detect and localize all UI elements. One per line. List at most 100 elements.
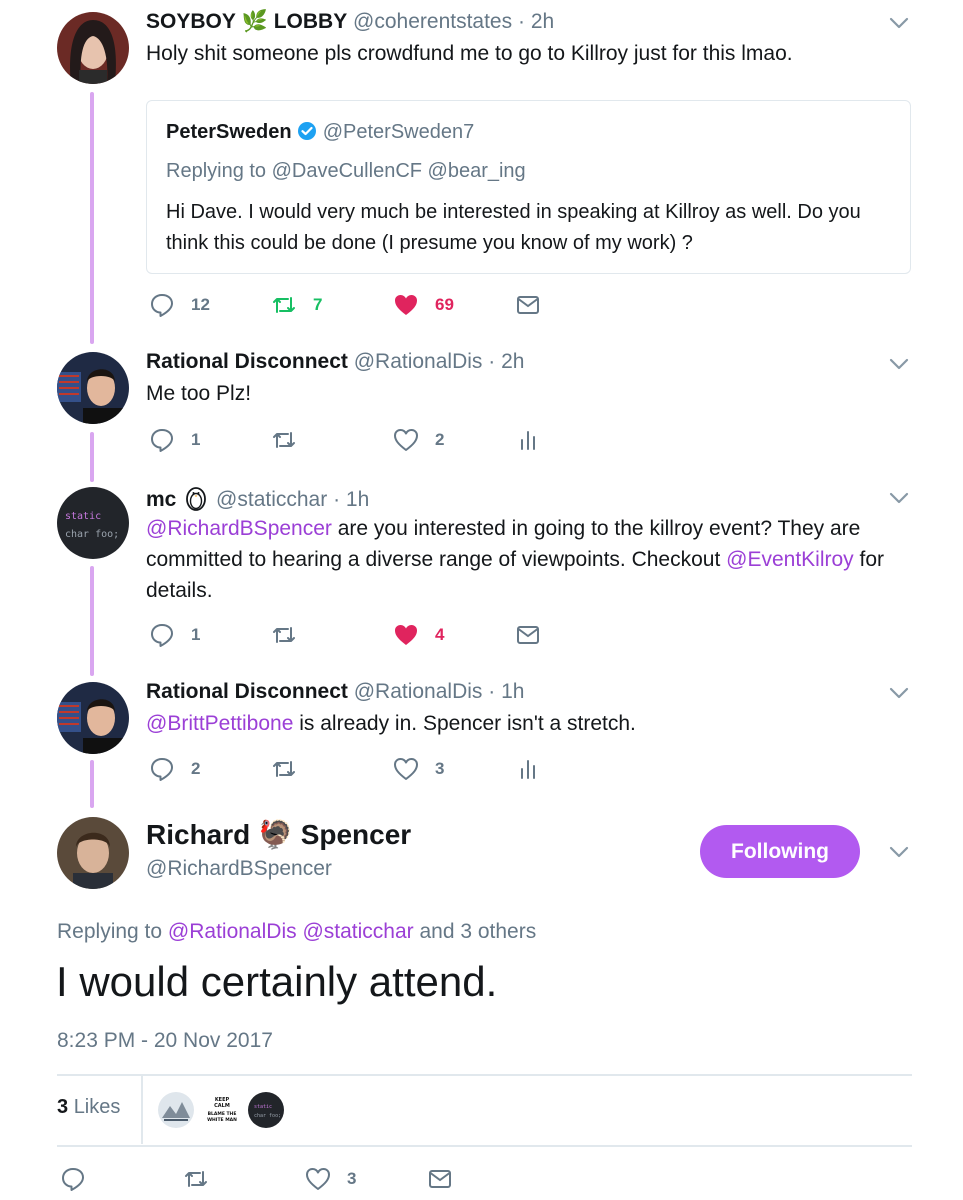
divider (57, 1145, 912, 1147)
avatar-code-line-2: char foo; (65, 529, 119, 540)
reply-button[interactable] (60, 1166, 86, 1192)
divider (141, 1076, 143, 1144)
reply-button[interactable]: 2 (149, 756, 200, 782)
author-name[interactable]: Richard 🦃 Spencer (146, 818, 411, 851)
quote-text: Hi Dave. I would very much be interested… (166, 201, 861, 254)
penguin-icon (186, 487, 207, 511)
display-name[interactable]: Rational Disconnect (146, 680, 348, 703)
liker-avatar[interactable] (158, 1092, 194, 1128)
chevron-down-icon[interactable] (888, 12, 910, 34)
quote-header: PeterSweden @PeterSweden7 (166, 121, 474, 144)
likes-stat[interactable]: 3 Likes (57, 1096, 120, 1119)
divider (57, 1074, 912, 1076)
quoted-tweet[interactable]: PeterSweden @PeterSweden7 Replying to @D… (146, 100, 911, 274)
retweet-button[interactable] (271, 756, 297, 782)
heart-filled-icon (395, 625, 417, 645)
retweet-button[interactable]: 7 (271, 292, 322, 318)
display-name[interactable]: SOYBOY (146, 10, 236, 33)
mention-link[interactable]: @BrittPettibone (146, 712, 293, 735)
chevron-down-icon[interactable] (888, 682, 910, 704)
handle[interactable]: @coherentstates (353, 10, 512, 33)
tweet-header: Rational Disconnect @RationalDis · 1h (146, 680, 524, 704)
display-name[interactable]: Rational Disconnect (146, 350, 348, 373)
text-segment: is already in. Spencer isn't a stretch. (293, 712, 636, 735)
analytics-button[interactable] (515, 427, 541, 453)
avatar[interactable] (57, 682, 129, 754)
chevron-down-icon[interactable] (888, 841, 910, 863)
author-last-name: Spencer (300, 819, 412, 850)
retweet-icon (273, 627, 295, 643)
heart-icon (394, 758, 418, 780)
reply-button[interactable]: 1 (149, 427, 200, 453)
avatar[interactable]: static char foo; (57, 487, 129, 559)
avatar-code-line-1: static (65, 511, 101, 522)
display-name-rest[interactable]: LOBBY (274, 10, 348, 33)
reply-icon (151, 294, 173, 317)
timestamp[interactable]: 1h (501, 680, 524, 703)
avatar[interactable] (57, 12, 129, 84)
heart-icon (306, 1168, 330, 1190)
tweet-timestamp[interactable]: 8:23 PM - 20 Nov 2017 (57, 1029, 273, 1053)
mention-link[interactable]: @EventKilroy (726, 548, 854, 571)
liker-badge-line-4: WHITE MAN (207, 1117, 237, 1123)
quote-handle[interactable]: @PeterSweden7 (323, 121, 475, 143)
analytics-button[interactable] (515, 756, 541, 782)
author-handle[interactable]: @RichardBSpencer (146, 857, 332, 881)
handle[interactable]: @staticchar (216, 488, 327, 511)
like-button[interactable]: 3 (305, 1166, 356, 1192)
timestamp[interactable]: 2h (531, 10, 554, 33)
likes-count: 3 (57, 1096, 69, 1118)
like-count: 2 (435, 430, 445, 449)
reply-button[interactable]: 12 (149, 292, 210, 318)
tweet-header: Rational Disconnect @RationalDis · 2h (146, 350, 524, 374)
like-count: 3 (347, 1169, 357, 1188)
author-first-name: Richard (146, 819, 251, 850)
replying-mentions[interactable]: @RationalDis @staticchar (168, 920, 414, 943)
like-button[interactable]: 4 (393, 622, 444, 648)
handle[interactable]: @RationalDis (354, 680, 483, 703)
retweet-icon (185, 1171, 207, 1187)
thread-line (90, 566, 94, 676)
quote-replying-to: Replying to @DaveCullenCF @bear_ing (166, 160, 526, 183)
liker-avatar[interactable]: static char foo; (248, 1092, 284, 1128)
replying-to: Replying to @RationalDis @staticchar and… (57, 920, 536, 944)
reply-button[interactable]: 1 (149, 622, 200, 648)
replying-others[interactable]: and 3 others (419, 920, 536, 943)
following-button[interactable]: Following (700, 825, 860, 878)
chevron-down-icon[interactable] (888, 487, 910, 509)
handle[interactable]: @RationalDis (354, 350, 483, 373)
heart-filled-icon (395, 295, 417, 315)
replying-mentions[interactable]: @DaveCullenCF @bear_ing (272, 160, 526, 182)
chevron-down-icon[interactable] (888, 353, 910, 375)
retweet-button[interactable] (183, 1166, 209, 1192)
avatar[interactable] (57, 352, 129, 424)
dm-button[interactable] (427, 1166, 453, 1192)
thread-line (90, 760, 94, 808)
analytics-icon (521, 431, 535, 450)
like-count: 4 (435, 625, 445, 644)
tweet-text: Me too Plz! (146, 382, 252, 405)
retweet-button[interactable] (271, 427, 297, 453)
mention-link[interactable]: @RichardBSpencer (146, 517, 332, 540)
liker-avatar[interactable]: KEEP CALM BLAME THE WHITE MAN (204, 1092, 240, 1128)
retweet-button[interactable] (271, 622, 297, 648)
dm-button[interactable] (515, 292, 541, 318)
reply-count: 1 (191, 625, 201, 644)
timestamp[interactable]: 2h (501, 350, 524, 373)
thread-line (90, 432, 94, 482)
reply-count: 2 (191, 759, 201, 778)
thread-line (90, 92, 94, 344)
author-avatar[interactable] (57, 817, 129, 889)
display-name[interactable]: mc (146, 488, 176, 511)
separator-dot: · (488, 680, 496, 703)
like-button[interactable]: 3 (393, 756, 444, 782)
tweet-header: SOYBOY 🌿 LOBBY @coherentstates · 2h (146, 10, 554, 34)
like-button[interactable]: 2 (393, 427, 444, 453)
heart-icon (394, 429, 418, 451)
retweet-icon (273, 297, 295, 313)
dm-button[interactable] (515, 622, 541, 648)
likes-label: Likes (73, 1096, 121, 1118)
quote-display-name[interactable]: PeterSweden (166, 121, 292, 143)
like-button[interactable]: 69 (393, 292, 454, 318)
timestamp[interactable]: 1h (346, 488, 369, 511)
